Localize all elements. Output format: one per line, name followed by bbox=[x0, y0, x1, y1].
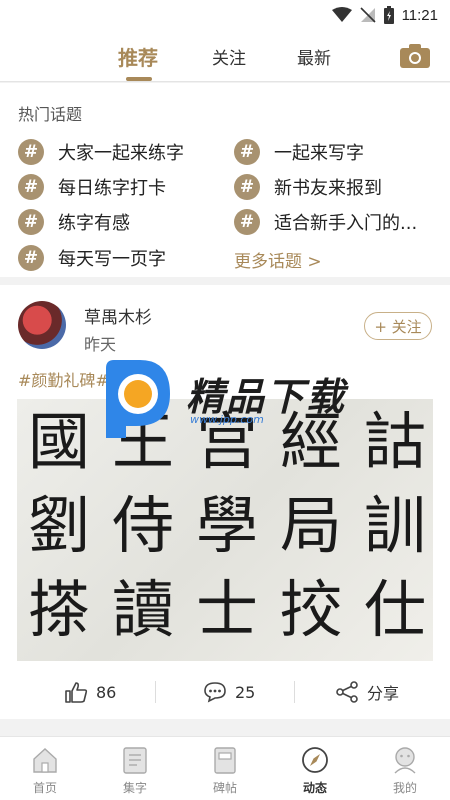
tab-label: 集字 bbox=[122, 781, 147, 795]
calligraphy-char: 讀 bbox=[111, 573, 174, 646]
topic-item[interactable]: # 每天写一页字 bbox=[18, 244, 166, 272]
calligraphy-row: 搽 讀 士 挍 仕 bbox=[17, 579, 433, 641]
avatar[interactable] bbox=[18, 301, 66, 349]
watermark: 精品下载 www.jpp.com bbox=[100, 358, 360, 438]
tab-recommend[interactable]: 推荐 bbox=[118, 42, 158, 71]
bottom-tab-bar: 首页 集字 碑帖 动态 我的 bbox=[0, 736, 450, 800]
topic-item[interactable]: # 练字有感 bbox=[18, 208, 130, 236]
calligraphy-char: 挍 bbox=[279, 573, 342, 646]
tab-collect-chars[interactable]: 集字 bbox=[100, 745, 170, 796]
calligraphy-char: 搽 bbox=[27, 573, 90, 646]
tab-label: 首页 bbox=[32, 781, 57, 795]
topic-label: 每天写一页字 bbox=[58, 249, 166, 270]
topic-item[interactable]: # 大家一起来练字 bbox=[18, 138, 184, 166]
post-card: 草禺木杉 昨天 + 关注 #颜勤礼碑# 國 王 宫 經 詁 劉 侍 學 局 訓 … bbox=[0, 285, 450, 719]
divider bbox=[155, 681, 156, 703]
comment-count: 25 bbox=[235, 682, 256, 702]
divider bbox=[294, 681, 295, 703]
camera-icon[interactable] bbox=[400, 44, 430, 68]
tab-label: 碑帖 bbox=[212, 781, 237, 795]
book-icon bbox=[123, 747, 147, 774]
calligraphy-char: 局 bbox=[279, 489, 342, 562]
hashtag-icon: # bbox=[18, 245, 44, 271]
tab-label: 我的 bbox=[392, 781, 417, 795]
post-actions: 86 25 分享 bbox=[0, 675, 450, 709]
post-time: 昨天 bbox=[84, 335, 117, 354]
follow-button[interactable]: + 关注 bbox=[364, 312, 432, 340]
tab-profile[interactable]: 我的 bbox=[370, 745, 440, 796]
like-button[interactable]: 86 bbox=[64, 675, 116, 709]
watermark-url: www.jpp.com bbox=[190, 413, 264, 426]
topic-label: 适合新手入门的... bbox=[274, 213, 418, 234]
topic-item[interactable]: # 适合新手入门的... bbox=[234, 208, 417, 236]
tab-following[interactable]: 关注 bbox=[212, 44, 246, 69]
hashtag-icon: # bbox=[234, 174, 260, 200]
topic-item[interactable]: # 新书友来报到 bbox=[234, 173, 382, 201]
topic-label: 练字有感 bbox=[58, 213, 130, 234]
status-bar: 11:21 bbox=[0, 0, 450, 30]
compass-icon bbox=[302, 747, 328, 773]
more-topics-link[interactable]: 更多话题 > bbox=[234, 247, 322, 272]
battery-icon bbox=[383, 6, 394, 24]
post-tag[interactable]: #颜勤礼碑# bbox=[18, 367, 109, 391]
watermark-logo-icon bbox=[106, 360, 170, 438]
comment-button[interactable]: 25 bbox=[203, 675, 255, 709]
topic-label: 新书友来报到 bbox=[274, 178, 382, 199]
hashtag-icon: # bbox=[234, 209, 260, 235]
tab-latest[interactable]: 最新 bbox=[297, 44, 331, 69]
wifi-icon bbox=[331, 7, 352, 22]
home-icon bbox=[33, 748, 57, 773]
like-count: 86 bbox=[96, 682, 117, 702]
calligraphy-char: 訓 bbox=[363, 489, 426, 562]
topic-label: 每日练字打卡 bbox=[58, 178, 166, 199]
comment-icon bbox=[204, 682, 226, 703]
thumbs-up-icon bbox=[65, 682, 88, 703]
topic-label: 大家一起来练字 bbox=[58, 143, 184, 164]
calligraphy-char: 學 bbox=[195, 489, 258, 562]
calligraphy-char: 國 bbox=[27, 405, 90, 478]
active-tab-indicator bbox=[126, 77, 152, 81]
calligraphy-char: 士 bbox=[195, 573, 258, 646]
topic-label: 一起来写字 bbox=[274, 143, 364, 164]
topic-item[interactable]: # 一起来写字 bbox=[234, 138, 364, 166]
calligraphy-image[interactable]: 國 王 宫 經 詁 劉 侍 學 局 訓 搽 讀 士 挍 仕 bbox=[17, 399, 433, 661]
profile-icon bbox=[394, 747, 416, 774]
hot-topics-title: 热门话题 bbox=[18, 105, 83, 124]
tab-home[interactable]: 首页 bbox=[10, 745, 80, 796]
calligraphy-char: 侍 bbox=[111, 489, 174, 562]
tab-label: 动态 bbox=[302, 781, 327, 795]
share-button[interactable]: 分享 bbox=[335, 675, 399, 709]
hashtag-icon: # bbox=[234, 139, 260, 165]
share-label: 分享 bbox=[367, 684, 400, 703]
hashtag-icon: # bbox=[18, 139, 44, 165]
calligraphy-row: 劉 侍 學 局 訓 bbox=[17, 495, 433, 557]
tab-feed[interactable]: 动态 bbox=[280, 745, 350, 796]
calligraphy-char: 詁 bbox=[363, 405, 426, 478]
status-icons: 11:21 bbox=[331, 6, 438, 24]
tablet-icon bbox=[214, 747, 236, 774]
author-name[interactable]: 草禺木杉 bbox=[84, 303, 152, 328]
calligraphy-char: 仕 bbox=[363, 573, 426, 646]
hashtag-icon: # bbox=[18, 209, 44, 235]
top-tab-bar: 推荐 关注 最新 bbox=[0, 30, 450, 82]
hashtag-icon: # bbox=[18, 174, 44, 200]
calligraphy-char: 劉 bbox=[27, 489, 90, 562]
status-time: 11:21 bbox=[401, 6, 438, 24]
no-signal-icon bbox=[359, 7, 376, 23]
topic-item[interactable]: # 每日练字打卡 bbox=[18, 173, 166, 201]
tab-rubbings[interactable]: 碑帖 bbox=[190, 745, 260, 796]
hot-topics-section: 热门话题 # 大家一起来练字 # 一起来写字 # 每日练字打卡 # 新书友来报到… bbox=[0, 83, 450, 277]
share-icon bbox=[336, 681, 358, 703]
